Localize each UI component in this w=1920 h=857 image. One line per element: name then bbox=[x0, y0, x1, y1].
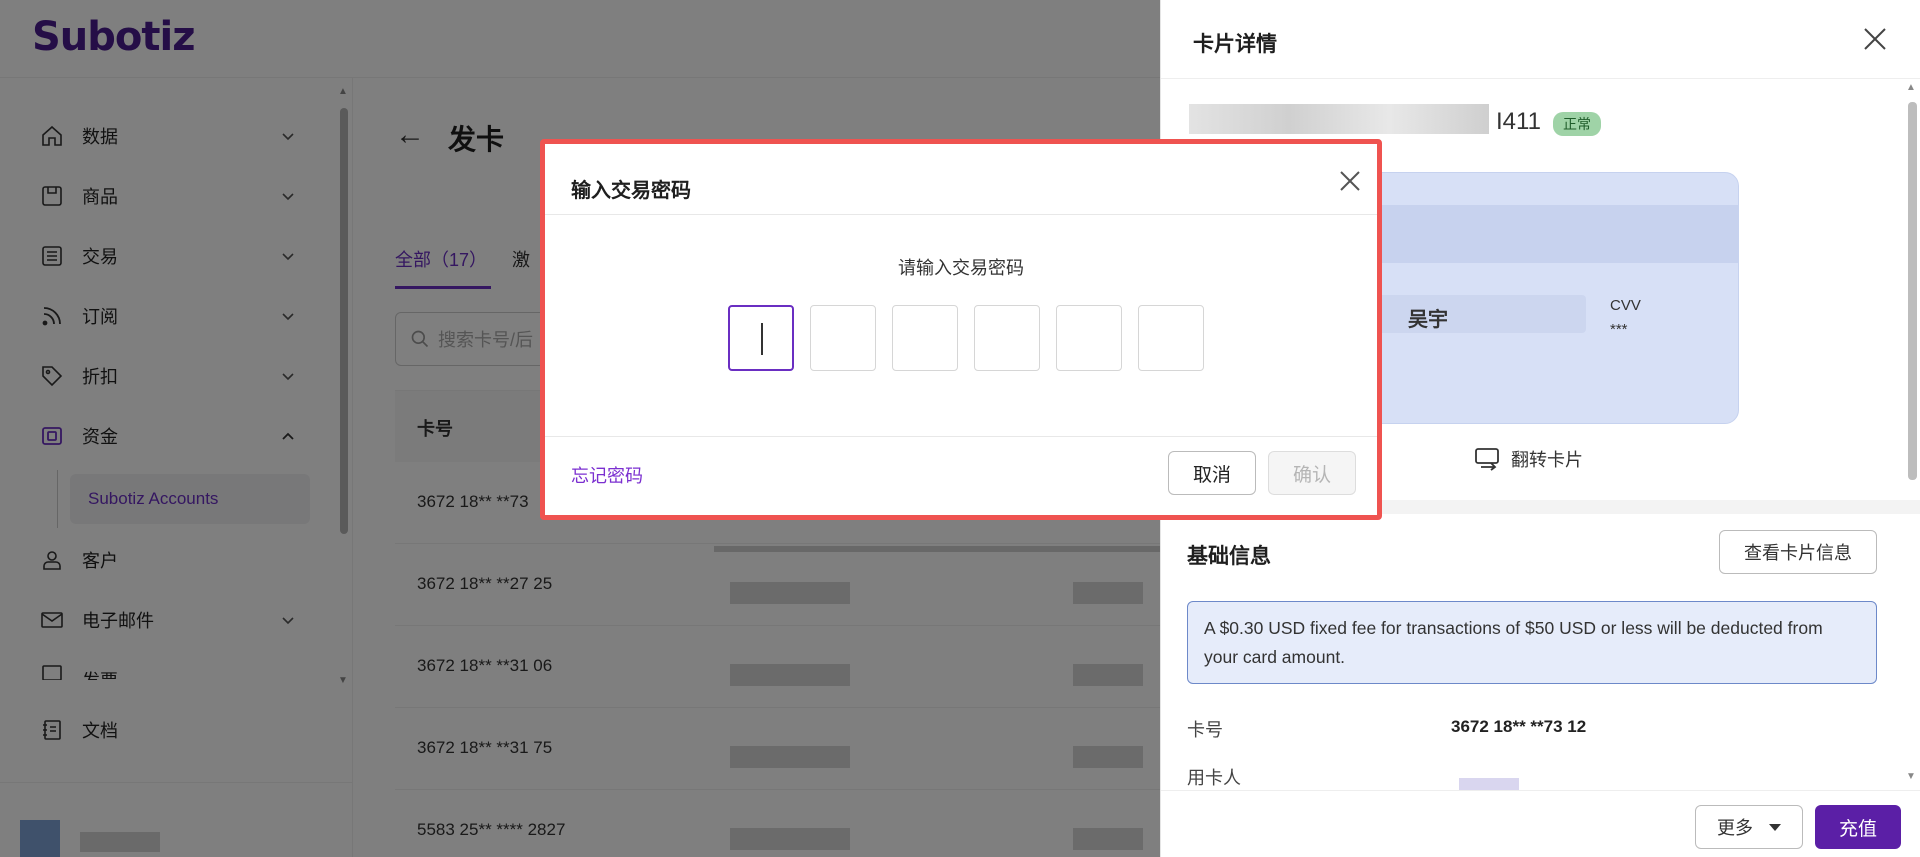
cancel-button[interactable]: 取消 bbox=[1168, 451, 1256, 495]
scroll-thumb[interactable] bbox=[1908, 102, 1917, 480]
fee-notice: A $0.30 USD fixed fee for transactions o… bbox=[1187, 601, 1877, 684]
flip-card-button[interactable]: 翻转卡片 bbox=[1473, 446, 1583, 472]
flip-card-label: 翻转卡片 bbox=[1511, 450, 1583, 470]
pin-digit-input[interactable] bbox=[728, 305, 794, 371]
status-badge: 正常 bbox=[1553, 112, 1601, 136]
scroll-up-icon[interactable]: ▲ bbox=[1906, 82, 1916, 93]
cvv-value: *** bbox=[1610, 321, 1628, 338]
modal-divider bbox=[545, 214, 1377, 215]
panel-footer: 更多 充值 bbox=[1161, 790, 1920, 857]
card-number-tail: I411 bbox=[1496, 108, 1541, 135]
panel-divider bbox=[1161, 78, 1920, 79]
card-number-blurred bbox=[1189, 104, 1489, 134]
card-holder-blurred bbox=[1459, 778, 1519, 790]
card-number-value: 3672 18** **73 12 bbox=[1451, 717, 1587, 736]
close-icon[interactable] bbox=[1862, 26, 1888, 52]
pin-digit-input[interactable] bbox=[810, 305, 876, 371]
modal-title: 输入交易密码 bbox=[571, 180, 691, 202]
pin-digit-input[interactable] bbox=[974, 305, 1040, 371]
transaction-password-modal: 输入交易密码 请输入交易密码 忘记密码 取消 确认 bbox=[540, 139, 1382, 520]
more-label: 更多 bbox=[1717, 818, 1753, 838]
modal-prompt: 请输入交易密码 bbox=[898, 258, 1024, 278]
more-button[interactable]: 更多 bbox=[1695, 805, 1803, 849]
pin-input-group bbox=[728, 305, 1220, 371]
caret-down-icon bbox=[1769, 823, 1781, 831]
close-icon[interactable] bbox=[1338, 169, 1362, 193]
pin-digit-input[interactable] bbox=[1056, 305, 1122, 371]
confirm-button[interactable]: 确认 bbox=[1268, 451, 1356, 495]
forgot-password-link[interactable]: 忘记密码 bbox=[571, 462, 643, 488]
scroll-down-icon[interactable]: ▼ bbox=[1906, 771, 1916, 782]
card-holder-name: 吴宇 bbox=[1408, 309, 1448, 331]
panel-scrollbar[interactable]: ▲ ▼ bbox=[1906, 82, 1918, 782]
card-holder-label: 用卡人 bbox=[1187, 768, 1241, 788]
recharge-button[interactable]: 充值 bbox=[1815, 805, 1901, 849]
pin-digit-input[interactable] bbox=[892, 305, 958, 371]
section-title: 基础信息 bbox=[1187, 545, 1271, 568]
card-number-label: 卡号 bbox=[1187, 720, 1223, 740]
cvv-label: CVV bbox=[1610, 297, 1641, 314]
modal-divider bbox=[545, 436, 1377, 437]
view-card-info-button[interactable]: 查看卡片信息 bbox=[1719, 530, 1877, 574]
pin-digit-input[interactable] bbox=[1138, 305, 1204, 371]
panel-title: 卡片详情 bbox=[1193, 33, 1277, 56]
flip-icon bbox=[1475, 448, 1499, 471]
